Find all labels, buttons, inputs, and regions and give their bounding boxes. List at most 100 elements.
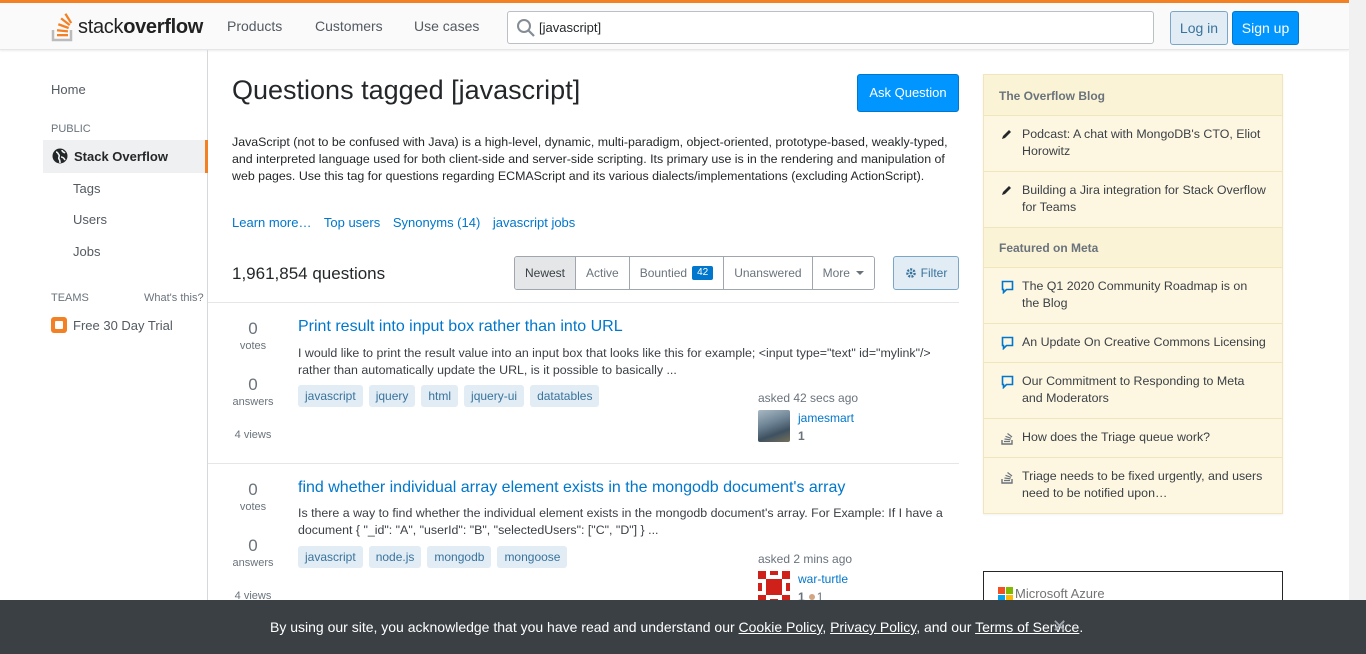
asked-time: asked 42 secs ago: [758, 391, 859, 405]
stack-exchange-icon: [1001, 433, 1013, 445]
vote-label: votes: [239, 340, 267, 352]
logo-text-bold: overflow: [123, 15, 204, 38]
answer-label: answers: [232, 557, 274, 569]
cookie-text-end: .: [1079, 619, 1084, 635]
vote-number: 0: [248, 319, 258, 338]
cookie-separator: ,: [822, 619, 831, 635]
blog-item-label: Building a Jira integration for Stack Ov…: [1022, 183, 1266, 214]
cookie-banner: By using our site, you acknowledge that …: [0, 600, 1366, 654]
tag-jquery-ui[interactable]: jquery-ui: [464, 385, 525, 407]
synonyms-link[interactable]: Synonyms (14): [393, 215, 480, 230]
free-trial-link[interactable]: Free 30 Day Trial: [51, 317, 173, 333]
avatar[interactable]: [758, 410, 790, 442]
meta-item[interactable]: An Update On Creative Commons Licensing: [984, 324, 1282, 363]
microsoft-logo-icon: [998, 587, 1013, 602]
tab-newest[interactable]: Newest: [515, 257, 577, 289]
tag-html[interactable]: html: [421, 385, 459, 407]
question-count: 1,961,854 questions: [232, 264, 386, 283]
meta-item-label: An Update On Creative Commons Licensing: [1022, 335, 1266, 349]
left-sidebar: Home PUBLIC Stack Overflow Tags Users Jo…: [0, 50, 208, 654]
tab-more[interactable]: More: [812, 257, 874, 289]
view-count: 4 views: [234, 429, 272, 441]
sidebar-item-tags[interactable]: Tags: [73, 181, 100, 196]
pencil-icon: [1002, 130, 1011, 139]
filter-button[interactable]: Filter: [893, 256, 959, 290]
search-input[interactable]: [539, 17, 1139, 37]
sidebar-item-stack-overflow[interactable]: Stack Overflow: [43, 140, 208, 173]
login-button[interactable]: Log in: [1170, 11, 1228, 45]
javascript-jobs-link[interactable]: javascript jobs: [493, 215, 575, 230]
tab-more-label: More: [822, 266, 850, 280]
tab-active[interactable]: Active: [576, 257, 630, 289]
learn-more-link[interactable]: Learn more…: [232, 215, 311, 230]
tag-javascript[interactable]: javascript: [298, 546, 363, 568]
top-users-link[interactable]: Top users: [324, 215, 380, 230]
question-title-link[interactable]: find whether individual array element ex…: [298, 479, 845, 497]
chevron-down-icon: [855, 271, 864, 275]
answer-number: 0: [248, 375, 258, 394]
search-box[interactable]: [507, 11, 1154, 44]
stackoverflow-logo[interactable]: stackoverflow: [51, 10, 203, 44]
page-title: Questions tagged [javascript]: [232, 75, 581, 105]
teams-briefcase-icon: [51, 317, 67, 333]
question-title-link[interactable]: Print result into input box rather than …: [298, 318, 623, 336]
signup-button[interactable]: Sign up: [1232, 11, 1299, 45]
speech-bubble-icon: [1001, 375, 1014, 389]
sidebar-item-users[interactable]: Users: [73, 212, 107, 227]
free-trial-label: Free 30 Day Trial: [73, 317, 173, 333]
close-icon[interactable]: ✕: [1052, 616, 1067, 637]
identicon-icon: [758, 571, 790, 603]
sidebar-section-public: PUBLIC: [51, 123, 91, 135]
cookie-separator: , and our: [916, 619, 976, 635]
cookie-notice: By using our site, you acknowledge that …: [270, 619, 1083, 635]
user-link[interactable]: jamesmart: [798, 411, 854, 425]
answer-count: 0 answers: [231, 374, 275, 408]
tag-datatables[interactable]: datatables: [530, 385, 600, 407]
meta-item-label: How does the Triage queue work?: [1022, 430, 1211, 444]
speech-bubble-icon: [1001, 336, 1014, 350]
whats-this-link[interactable]: What's this?: [144, 292, 204, 304]
tag-mongodb[interactable]: mongodb: [427, 546, 492, 568]
sort-tabs: Newest Active Bountied 42 Unanswered Mor…: [514, 256, 875, 290]
meta-item-label: Triage needs to be fixed urgently, and u…: [1022, 469, 1263, 500]
ask-question-button[interactable]: Ask Question: [857, 74, 959, 112]
blog-item-label: Podcast: A chat with MongoDB's CTO, Elio…: [1022, 127, 1261, 158]
tag-javascript[interactable]: javascript: [298, 385, 363, 407]
meta-item[interactable]: Triage needs to be fixed urgently, and u…: [984, 458, 1282, 513]
tag-node-js[interactable]: node.js: [368, 546, 422, 568]
privacy-policy-link[interactable]: Privacy Policy: [830, 619, 916, 635]
ad-text: Microsoft Azure: [1015, 586, 1105, 601]
tab-bountied-label: Bountied: [639, 266, 688, 280]
meta-item[interactable]: How does the Triage queue work?: [984, 419, 1282, 458]
pencil-icon: [1002, 186, 1011, 195]
tab-unanswered[interactable]: Unanswered: [724, 257, 813, 289]
meta-item[interactable]: The Q1 2020 Community Roadmap is on the …: [984, 268, 1282, 324]
blog-item[interactable]: Building a Jira integration for Stack Ov…: [984, 172, 1282, 228]
filter-label: Filter: [920, 266, 948, 280]
globe-icon: [52, 148, 68, 164]
gear-icon: [905, 268, 916, 278]
tag-jquery[interactable]: jquery: [368, 385, 416, 407]
blog-header: The Overflow Blog: [984, 75, 1282, 116]
blog-item[interactable]: Podcast: A chat with MongoDB's CTO, Elio…: [984, 116, 1282, 172]
question-tags: javascript jquery html jquery-ui datatab…: [298, 385, 600, 407]
page-scrollbar[interactable]: [1349, 0, 1366, 600]
tab-bountied[interactable]: Bountied 42: [629, 257, 725, 289]
user-link[interactable]: war-turtle: [798, 572, 848, 586]
vote-number: 0: [248, 480, 258, 499]
cookie-policy-link[interactable]: Cookie Policy: [739, 619, 823, 635]
sidebar-section-teams: TEAMS: [51, 292, 89, 304]
stack-logo-icon: [51, 13, 73, 42]
sidebar-item-jobs[interactable]: Jobs: [73, 244, 100, 259]
speech-bubble-icon: [1001, 280, 1014, 294]
nav-products[interactable]: Products: [227, 18, 282, 34]
nav-customers[interactable]: Customers: [315, 18, 383, 34]
tag-mongoose[interactable]: mongoose: [497, 546, 568, 568]
answer-label: answers: [232, 396, 274, 408]
avatar[interactable]: [758, 571, 790, 603]
question-summary: 0 votes 0 answers 4 views Print result i…: [208, 303, 959, 464]
vote-count: 0 votes: [231, 318, 275, 352]
nav-use-cases[interactable]: Use cases: [414, 18, 479, 34]
meta-item[interactable]: Our Commitment to Responding to Meta and…: [984, 363, 1282, 419]
sidebar-item-home[interactable]: Home: [51, 82, 86, 97]
